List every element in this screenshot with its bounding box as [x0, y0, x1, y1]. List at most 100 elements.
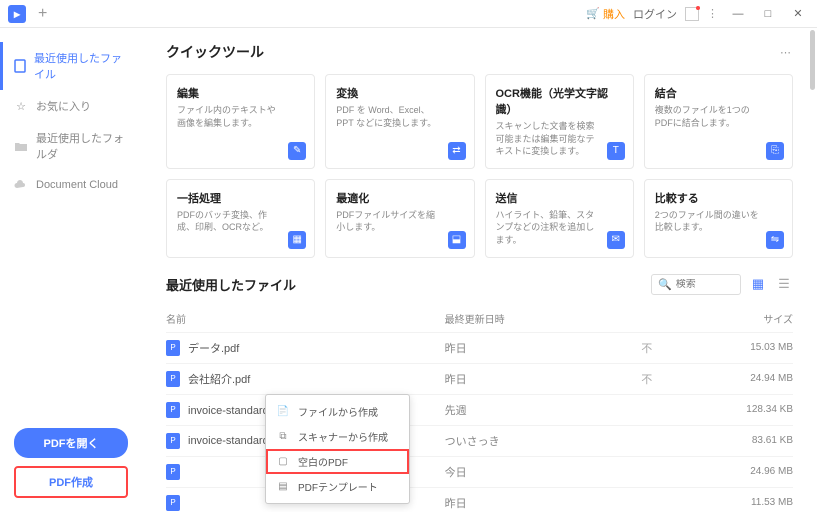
- tool-icon: ▦: [288, 231, 306, 249]
- titlebar: ▸ + 🛒 購入 ログイン ⋮ — □ ✕: [0, 0, 817, 28]
- tool-card[interactable]: 編集ファイル内のテキストや画像を編集します。✎: [166, 74, 315, 169]
- tool-icon: ⎘: [766, 142, 784, 160]
- tool-desc: PDFファイルサイズを縮小します。: [336, 209, 463, 234]
- list-view-button[interactable]: ☰: [775, 275, 793, 293]
- menu-item-label: 空白のPDF: [298, 454, 348, 469]
- tool-icon: ⇄: [448, 142, 466, 160]
- search-input[interactable]: [676, 279, 736, 290]
- file-date: ついさっき: [445, 433, 612, 449]
- maximize-button[interactable]: □: [757, 3, 779, 25]
- blank-page-icon: ▢: [276, 455, 290, 469]
- tool-card[interactable]: 結合複数のファイルを1つのPDFに結合します。⎘: [644, 74, 793, 169]
- file-size: 24.96 MB: [682, 466, 793, 477]
- tool-title: 送信: [496, 190, 623, 206]
- menu-item-pdf-template[interactable]: ▤ PDFテンプレート: [266, 474, 409, 499]
- star-icon: ☆: [14, 99, 28, 113]
- minimize-button[interactable]: —: [727, 3, 749, 25]
- tool-desc: PDFのバッチ変換、作成、印刷、OCRなど。: [177, 209, 304, 234]
- sidebar-item-favorites[interactable]: ☆ お気に入り: [0, 90, 142, 122]
- menu-item-label: PDFテンプレート: [298, 479, 378, 494]
- sidebar-item-label: 最近使用したフォルダ: [36, 130, 128, 162]
- scanner-icon: ⧉: [276, 430, 290, 444]
- file-row[interactable]: P昨日11.53 MB: [166, 487, 793, 512]
- tool-desc: PDF を Word、Excel、PPT などに変換します。: [336, 104, 463, 129]
- create-pdf-menu: 📄 ファイルから作成 ⧉ スキャナーから作成 ▢ 空白のPDF ▤ PDFテンプ…: [265, 394, 410, 504]
- tool-desc: 複数のファイルを1つのPDFに結合します。: [655, 104, 782, 129]
- file-size: 11.53 MB: [682, 497, 793, 508]
- sidebar-item-label: 最近使用したファイル: [34, 50, 128, 82]
- sidebar-item-document-cloud[interactable]: Document Cloud: [0, 170, 142, 200]
- file-icon: 📄: [276, 405, 290, 419]
- col-size: サイズ: [682, 311, 793, 326]
- buy-button[interactable]: 🛒 購入: [586, 6, 625, 22]
- file-name: 会社紹介.pdf: [188, 371, 250, 387]
- tool-card[interactable]: 一括処理 PDFのバッチ変換、作成、印刷、OCRなど。▦: [166, 179, 315, 258]
- more-tools-button[interactable]: ⋯: [780, 46, 793, 59]
- file-row[interactable]: Pinvoice-standard-コピー.pdf先週128.34 KB: [166, 394, 793, 425]
- tool-title: 最適化: [336, 190, 463, 206]
- pdf-file-icon: P: [166, 340, 180, 356]
- recent-files-title: 最近使用したファイル: [166, 275, 296, 294]
- menu-item-label: スキャナーから作成: [298, 429, 388, 444]
- file-date: 今日: [445, 464, 612, 480]
- menu-item-from-scanner[interactable]: ⧉ スキャナーから作成: [266, 424, 409, 449]
- pdf-file-icon: P: [166, 495, 180, 511]
- tool-card[interactable]: OCR機能（光学文字認識）スキャンした文書を検索可能または編集可能なテキストに変…: [485, 74, 634, 169]
- tool-title: OCR機能（光学文字認識）: [496, 85, 623, 117]
- file-name: データ.pdf: [188, 340, 239, 356]
- file-size: 83.61 KB: [682, 435, 793, 446]
- search-icon: 🔍: [658, 278, 672, 291]
- file-row[interactable]: P会社紹介.pdf昨日不24.94 MB: [166, 363, 793, 394]
- tool-card[interactable]: 最適化PDFファイルサイズを縮小します。⬓: [325, 179, 474, 258]
- sidebar-item-recent-folders[interactable]: 最近使用したフォルダ: [0, 122, 142, 170]
- close-button[interactable]: ✕: [787, 3, 809, 25]
- file-size: 15.03 MB: [682, 342, 793, 353]
- tool-card[interactable]: 変換 PDF を Word、Excel、PPT などに変換します。 ⇄: [325, 74, 474, 169]
- search-box[interactable]: 🔍: [651, 274, 741, 295]
- buy-label: 購入: [603, 6, 625, 22]
- tool-title: 比較する: [655, 190, 782, 206]
- file-pin: 不: [612, 340, 682, 356]
- tool-desc: 2つのファイル間の違いを比較します。: [655, 209, 782, 234]
- tools-grid: 編集ファイル内のテキストや画像を編集します。✎変換PDF を Word、Exce…: [166, 74, 793, 258]
- file-row[interactable]: P データ.pdf 昨日不15.03 MB: [166, 332, 793, 363]
- tool-icon: ✎: [288, 142, 306, 160]
- col-pin: [612, 311, 682, 326]
- cart-icon: 🛒: [586, 7, 600, 20]
- file-size: 128.34 KB: [682, 404, 793, 415]
- tool-title: 一括処理: [177, 190, 304, 206]
- col-date: 最終更新日時: [445, 311, 612, 326]
- tool-desc: ファイル内のテキストや画像を編集します。: [177, 104, 304, 129]
- file-list-header: 名前 最終更新日時 サイズ: [166, 305, 793, 332]
- pdf-file-icon: P: [166, 371, 180, 387]
- file-row[interactable]: Pinvoice-standard.pdfついさっき83.61 KB: [166, 425, 793, 456]
- grid-view-button[interactable]: ▦: [749, 275, 767, 293]
- file-date: 昨日: [445, 371, 612, 387]
- app-logo: ▸: [8, 5, 26, 23]
- login-link[interactable]: ログイン: [633, 6, 677, 22]
- file-row[interactable]: P 今日 24.96 MB: [166, 456, 793, 487]
- create-pdf-button[interactable]: PDF作成: [14, 466, 128, 498]
- sidebar-item-label: Document Cloud: [36, 179, 118, 191]
- more-menu[interactable]: ⋮: [707, 7, 719, 20]
- tool-card[interactable]: 比較する2つのファイル間の違いを比較します。⇋: [644, 179, 793, 258]
- tool-card[interactable]: 送信ハイライト、鉛筆、スタンプなどの注釈を追加します。✉: [485, 179, 634, 258]
- pdf-file-icon: P: [166, 464, 180, 480]
- file-date: 先週: [445, 402, 612, 418]
- sidebar-item-label: お気に入り: [36, 98, 91, 114]
- new-tab-button[interactable]: +: [38, 5, 47, 23]
- notification-icon[interactable]: [685, 7, 699, 21]
- file-date: 昨日: [445, 340, 612, 356]
- content-area: クイックツール ⋯ 編集ファイル内のテキストや画像を編集します。✎変換PDF を…: [142, 28, 817, 512]
- scrollbar[interactable]: [810, 30, 815, 90]
- pdf-file-icon: P: [166, 402, 180, 418]
- menu-item-label: ファイルから作成: [298, 404, 378, 419]
- tool-title: 変換: [336, 85, 463, 101]
- quick-tools-title: クイックツール: [166, 42, 264, 62]
- menu-item-blank-pdf[interactable]: ▢ 空白のPDF: [266, 449, 409, 474]
- file-size: 24.94 MB: [682, 373, 793, 384]
- tool-icon: ✉: [607, 231, 625, 249]
- open-pdf-button[interactable]: PDFを開く: [14, 428, 128, 458]
- menu-item-from-file[interactable]: 📄 ファイルから作成: [266, 399, 409, 424]
- sidebar-item-recent-files[interactable]: 最近使用したファイル: [0, 42, 142, 90]
